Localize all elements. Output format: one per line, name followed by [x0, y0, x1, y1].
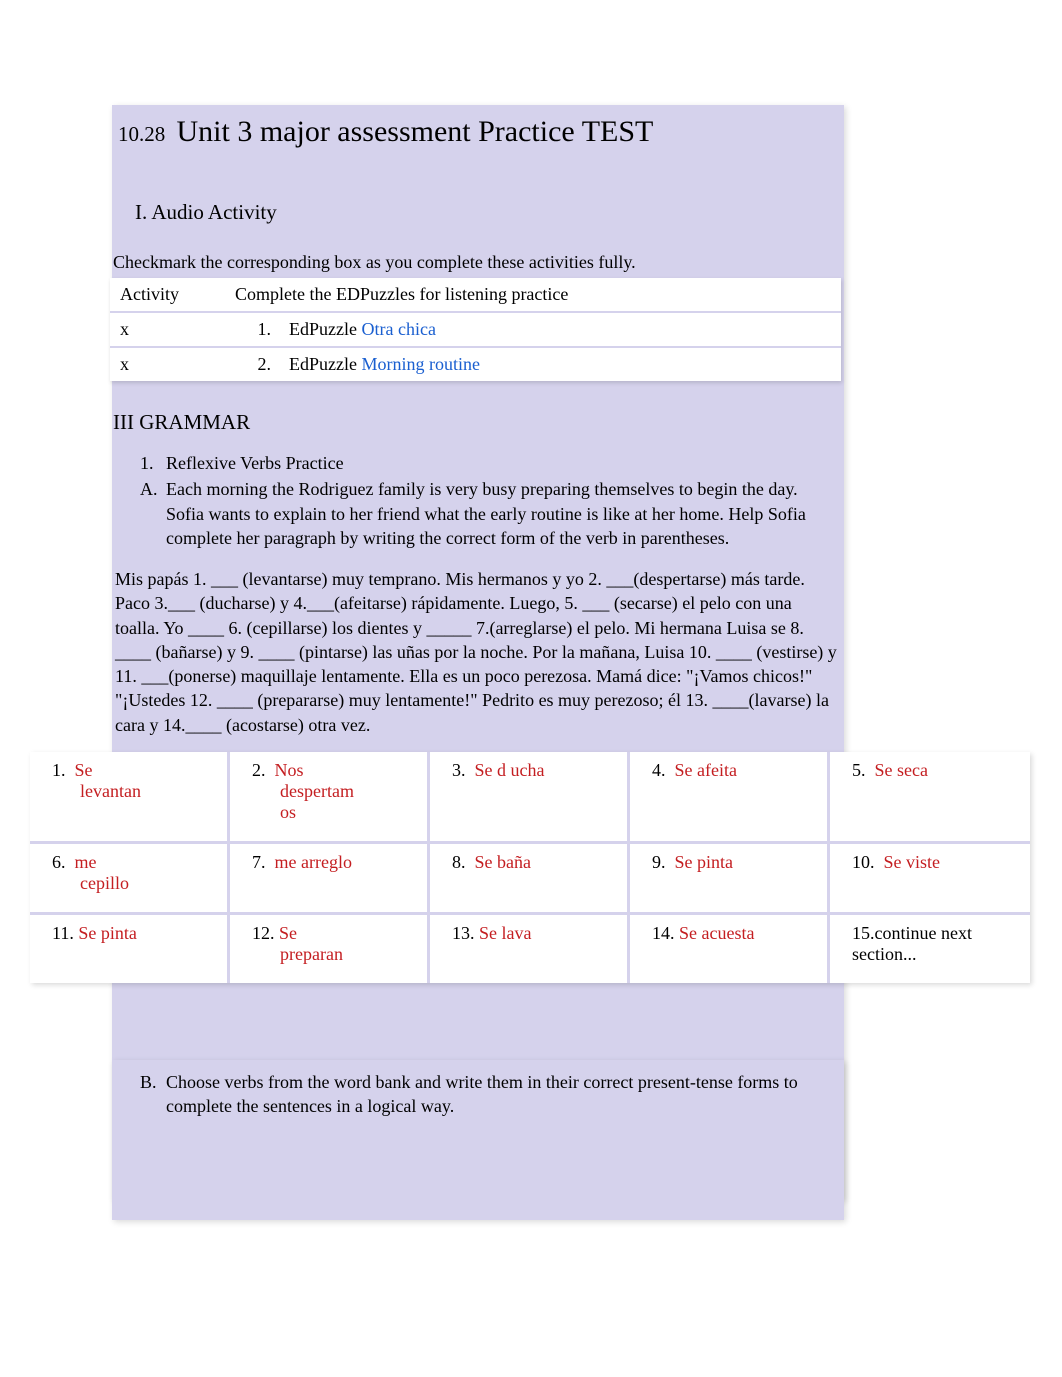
answer-num: 6. [52, 852, 66, 872]
activity-num: 1. [258, 319, 272, 339]
answer-text: Se [75, 760, 93, 780]
item-b-text-cont: complete the sentences in a logical way. [140, 1094, 830, 1118]
answer-cell: 1. Selevantan [30, 752, 230, 841]
answer-text-wrap2: os [280, 802, 417, 823]
grammar-item-a: A.Each morning the Rodriguez family is v… [140, 477, 830, 550]
audio-instruction: Checkmark the corresponding box as you c… [113, 252, 636, 273]
activity-cell: 2. EdPuzzle Morning routine [225, 346, 841, 381]
answer-num: 4. [652, 760, 666, 780]
answer-num: 5. [852, 760, 866, 780]
answer-cell: 11. Se pinta [30, 912, 230, 983]
answer-text: Nos [275, 760, 304, 780]
answer-text: Se [279, 923, 297, 943]
answer-num: 1. [52, 760, 66, 780]
answer-num: 11. [52, 923, 74, 943]
answer-text: me arreglo [275, 852, 352, 872]
answer-num: 10. [852, 852, 875, 872]
item-text-start: Each morning the Rodriguez family is ver… [166, 479, 798, 499]
answer-text-wrap: levantan [80, 781, 217, 802]
grammar-heading: III GRAMMAR [113, 410, 250, 435]
answer-num: 9. [652, 852, 666, 872]
activity-num: 2. [258, 354, 272, 374]
answer-cell: 4. Se afeita [630, 752, 830, 841]
answers-table: 1. Selevantan 2. Nosdespertamos 3. Se d … [30, 752, 1030, 983]
answers-row: 1. Selevantan 2. Nosdespertamos 3. Se d … [30, 752, 1030, 841]
activity-prefix: EdPuzzle [289, 319, 361, 339]
answers-row: 11. Se pinta 12. Sepreparan 13. Se lava … [30, 912, 1030, 983]
item-text-cont2: complete her paragraph by writing the co… [140, 526, 830, 550]
answer-cell: 12. Sepreparan [230, 912, 430, 983]
answer-text: Se baña [475, 852, 531, 872]
answer-cell: 15.continue next section... [830, 912, 1030, 983]
answer-cell: 7. me arreglo [230, 841, 430, 912]
answer-text-wrap: cepillo [80, 873, 217, 894]
answer-cell: 8. Se baña [430, 841, 630, 912]
item-num: 1. [140, 451, 166, 475]
answer-num: 3. [452, 760, 466, 780]
section-audio-heading: I. Audio Activity [135, 200, 277, 225]
item-text: Reflexive Verbs Practice [166, 453, 344, 473]
item-text-cont: Sofia wants to explain to her friend wha… [140, 502, 830, 526]
answer-num: 7. [252, 852, 266, 872]
activity-cell: 1. EdPuzzle Otra chica [225, 311, 841, 346]
answer-text: Se d ucha [475, 760, 545, 780]
answer-cell: 3. Se d ucha [430, 752, 630, 841]
activity-header-col1: Activity [110, 278, 225, 311]
answer-num: 15. [852, 923, 875, 943]
grammar-item-b: B.Choose verbs from the word bank and wr… [140, 1070, 830, 1119]
answer-text: Se pinta [675, 852, 734, 872]
answer-cell: 10. Se viste [830, 841, 1030, 912]
answer-text-wrap: preparan [280, 944, 417, 965]
activity-header-col2: Complete the EDPuzzles for listening pra… [225, 278, 841, 311]
answer-cell: 5. Se seca [830, 752, 1030, 841]
grammar-list: 1.Reflexive Verbs Practice A.Each mornin… [140, 451, 830, 552]
answer-num: 12. [252, 923, 275, 943]
item-num: B. [140, 1070, 166, 1094]
grammar-item-1: 1.Reflexive Verbs Practice [140, 451, 830, 475]
edpuzzle-link-otra-chica[interactable]: Otra chica [361, 319, 435, 339]
answer-num: 8. [452, 852, 466, 872]
page-title: 10.28 Unit 3 major assessment Practice T… [118, 115, 653, 149]
edpuzzle-link-morning-routine[interactable]: Morning routine [361, 354, 480, 374]
answer-text: me [75, 852, 97, 872]
answer-text-wrap: despertam [280, 781, 417, 802]
answer-cell: 14. Se acuesta [630, 912, 830, 983]
answer-num: 13. [452, 923, 475, 943]
answer-text: Se acuesta [679, 923, 754, 943]
answer-cell: 6. mecepillo [30, 841, 230, 912]
activity-checkmark: x [110, 311, 225, 346]
activity-checkmark: x [110, 346, 225, 381]
answer-text: Se seca [875, 760, 928, 780]
activity-table: Activity Complete the EDPuzzles for list… [110, 278, 841, 381]
title-text: Unit 3 major assessment Practice TEST [177, 115, 654, 148]
item-b-text-start: Choose verbs from the word bank and writ… [166, 1072, 798, 1092]
activity-row: x 1. EdPuzzle Otra chica [110, 311, 841, 346]
answer-text: Se lava [479, 923, 531, 943]
answer-text: Se viste [884, 852, 941, 872]
answer-text: Se afeita [675, 760, 737, 780]
answer-cell: 9. Se pinta [630, 841, 830, 912]
activity-row: x 2. EdPuzzle Morning routine [110, 346, 841, 381]
activity-prefix: EdPuzzle [289, 354, 361, 374]
title-date: 10.28 [118, 122, 165, 146]
item-num: A. [140, 477, 166, 501]
answer-num: 14. [652, 923, 675, 943]
answers-row: 6. mecepillo 7. me arreglo 8. Se baña 9.… [30, 841, 1030, 912]
answer-cell: 13. Se lava [430, 912, 630, 983]
answer-num: 2. [252, 760, 266, 780]
activity-table-header: Activity Complete the EDPuzzles for list… [110, 278, 841, 311]
answer-text: Se pinta [78, 923, 137, 943]
fill-in-paragraph: Mis papás 1. ___ (levantarse) muy tempra… [115, 567, 840, 737]
answer-cell: 2. Nosdespertamos [230, 752, 430, 841]
